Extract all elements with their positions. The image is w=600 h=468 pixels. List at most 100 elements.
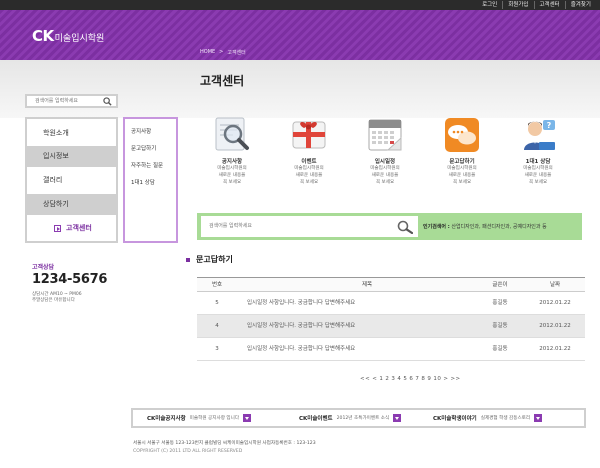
service-event[interactable]: 이벤트 미술입시학원의 새로운 내용을 꼭 보세요: [274, 116, 344, 186]
service-1on1-desc-2: 새로운 내용을: [524, 173, 552, 178]
page-7[interactable]: 7: [415, 376, 419, 382]
row-no: 5: [215, 300, 219, 306]
service-schedule-desc-3: 꼭 보세요: [375, 180, 395, 185]
header-author: 글쓴이: [492, 282, 508, 288]
chevron-down-icon[interactable]: [243, 414, 252, 422]
title-band: [0, 60, 600, 118]
quick-story-title: CK미술학생이야기: [433, 416, 477, 422]
quick-story-desc: 실제경험 학생 감동스토리: [480, 416, 531, 421]
page-1[interactable]: 1: [379, 376, 383, 382]
play-icon: [54, 225, 61, 232]
service-icons: 공지사항 미술입시학원의 새로운 내용을 꼭 보세요 이벤트 미술입시학원의 새…: [197, 116, 582, 196]
row-title[interactable]: 입시일정 사항입니다. 궁금합니다 답변해주세요: [247, 292, 477, 314]
menu-item-support[interactable]: 고객센터: [27, 218, 116, 239]
service-event-label: 이벤트: [301, 159, 317, 165]
quick-story[interactable]: CK미술학생이야기 실제경험 학생 감동스토리: [433, 414, 543, 422]
search-icon[interactable]: [103, 97, 112, 108]
submenu: 공지사항 문고답하기 자주하는 질문 1대1 상담: [123, 117, 178, 243]
table-header: 번호 제목 글쓴이 날짜: [197, 277, 585, 292]
join-link[interactable]: 회원가입: [502, 1, 533, 9]
chevron-down-icon[interactable]: [534, 414, 543, 422]
page-2[interactable]: 2: [385, 376, 389, 382]
chevron-down-icon[interactable]: [393, 414, 402, 422]
search-icon[interactable]: [397, 220, 414, 236]
menu-item-about[interactable]: 학원소개: [27, 123, 116, 144]
submenu-item-qna[interactable]: 문고답하기: [125, 144, 176, 161]
support-link[interactable]: 고객센터: [533, 1, 565, 9]
page-10[interactable]: 10: [433, 376, 441, 382]
quick-event[interactable]: CK미술이벤트 2012년 초특가이벤트 소식: [299, 414, 402, 422]
submenu-item-1on1[interactable]: 1대1 상담: [125, 178, 176, 195]
bottom-quick-bar: CK미술공지사항 미술학원 공지사항 입니다 CK미술이벤트 2012년 초특가…: [131, 408, 586, 428]
service-qna[interactable]: 문고답하기 미술입시학원의 새로운 내용을 꼭 보세요: [427, 116, 497, 186]
submenu-item-faq[interactable]: 자주하는 질문: [125, 161, 176, 178]
support-note: 주말상담은 마유합니다: [32, 298, 75, 303]
section-title: 문고답하기: [196, 255, 233, 264]
footer-address: 서울시 서울구 서울동 123-123번지 클럽빌딩 씨케이미술입시학원 사업자…: [133, 441, 316, 446]
row-date: 2012.01.22: [539, 346, 571, 352]
service-schedule-desc-2: 새로운 내용을: [371, 173, 399, 178]
row-title[interactable]: 입시일정 사항입니다. 궁금합니다 답변해주세요: [247, 338, 477, 360]
header-no: 번호: [211, 282, 223, 288]
quick-event-desc: 2012년 초특가이벤트 소식: [336, 416, 390, 421]
menu-item-consult[interactable]: 상담하기: [27, 194, 116, 215]
page-first[interactable]: <<: [360, 376, 370, 382]
row-author: 홍길동: [492, 300, 508, 306]
bookmark-link[interactable]: 즐겨찾기: [564, 1, 596, 9]
service-notice-desc-1: 미술입시학원의: [217, 166, 247, 171]
logo[interactable]: CK 미술입시학원: [32, 27, 104, 45]
support-person-icon: ?: [519, 116, 557, 154]
page-last[interactable]: >>: [450, 376, 460, 382]
table-row[interactable]: 4 입시일정 사항입니다. 궁금합니다 답변해주세요 홍길동 2012.01.2…: [197, 315, 585, 338]
submenu-item-notice[interactable]: 공지사항: [125, 127, 176, 144]
service-qna-desc-1: 미술입시학원의: [447, 166, 477, 171]
popular-terms[interactable]: 산업디자인과, 패션디자인과, 공예디자인과 등: [451, 224, 546, 230]
page-6[interactable]: 6: [409, 376, 413, 382]
quick-notice[interactable]: CK미술공지사항 미술학원 공지사항 입니다: [147, 414, 252, 422]
page-5[interactable]: 5: [403, 376, 407, 382]
page-next[interactable]: >: [443, 376, 448, 382]
support-title: 고객상담: [32, 264, 55, 271]
login-link[interactable]: 로그인: [477, 1, 502, 9]
main-search-bar: 인기검색어 : 산업디자인과, 패션디자인과, 공예디자인과 등: [197, 213, 582, 240]
service-notice-desc-3: 꼭 보세요: [222, 180, 242, 185]
page-prev[interactable]: <: [372, 376, 377, 382]
popular-label: 인기검색어 :: [423, 224, 450, 230]
row-title[interactable]: 입시일정 사항입니다. 궁금합니다 답변해주세요: [247, 315, 477, 337]
service-schedule-label: 입시일정: [374, 159, 396, 165]
page-title: 고객센터: [200, 74, 245, 88]
chat-icon: [443, 116, 481, 154]
service-qna-label: 문고답하기: [449, 159, 475, 165]
row-author: 홍길동: [492, 346, 508, 352]
service-event-desc-3: 꼭 보세요: [299, 180, 319, 185]
bullet-icon: [186, 257, 190, 262]
svg-text:?: ?: [547, 121, 552, 130]
table-row[interactable]: 3 입시일정 사항입니다. 궁금합니다 답변해주세요 홍길동 2012.01.2…: [197, 338, 585, 361]
breadcrumb-separator: >: [219, 49, 224, 55]
page-3[interactable]: 3: [391, 376, 395, 382]
sidebar-search-input[interactable]: [27, 96, 105, 106]
top-util-bar: 로그인 회원가입 고객센터 즐겨찾기: [0, 0, 600, 10]
table-row[interactable]: 5 입시일정 사항입니다. 궁금합니다 답변해주세요 홍길동 2012.01.2…: [197, 292, 585, 315]
menu-item-gallery[interactable]: 갤러리: [27, 170, 116, 191]
service-1on1[interactable]: ? 1대1 상담 미술입시학원의 새로운 내용을 꼭 보세요: [503, 116, 573, 186]
page-8[interactable]: 8: [421, 376, 425, 382]
main-search-input[interactable]: [209, 221, 389, 231]
breadcrumb-home[interactable]: HOME: [200, 49, 215, 56]
service-event-desc-2: 새로운 내용을: [295, 173, 323, 178]
popular-keywords: 인기검색어 : 산업디자인과, 패션디자인과, 공예디자인과 등: [423, 223, 547, 230]
service-notice[interactable]: 공지사항 미술입시학원의 새로운 내용을 꼭 보세요: [197, 116, 267, 186]
main-search-box: [201, 216, 418, 237]
sidebar-search: [25, 94, 118, 108]
service-schedule[interactable]: 입시일정 미술입시학원의 새로운 내용을 꼭 보세요: [350, 116, 420, 186]
section-heading: 문고답하기: [186, 254, 233, 265]
menu-item-admission-info[interactable]: 입시정보: [27, 146, 116, 167]
breadcrumb: HOME > 고객센터: [200, 49, 246, 56]
row-no: 4: [215, 323, 219, 329]
menu-item-support-label: 고객센터: [66, 224, 92, 232]
page-4[interactable]: 4: [397, 376, 401, 382]
page-9[interactable]: 9: [427, 376, 431, 382]
header-date: 날짜: [549, 282, 561, 288]
row-no: 3: [215, 346, 219, 352]
util-links: 로그인 회원가입 고객센터 즐겨찾기: [477, 1, 596, 9]
